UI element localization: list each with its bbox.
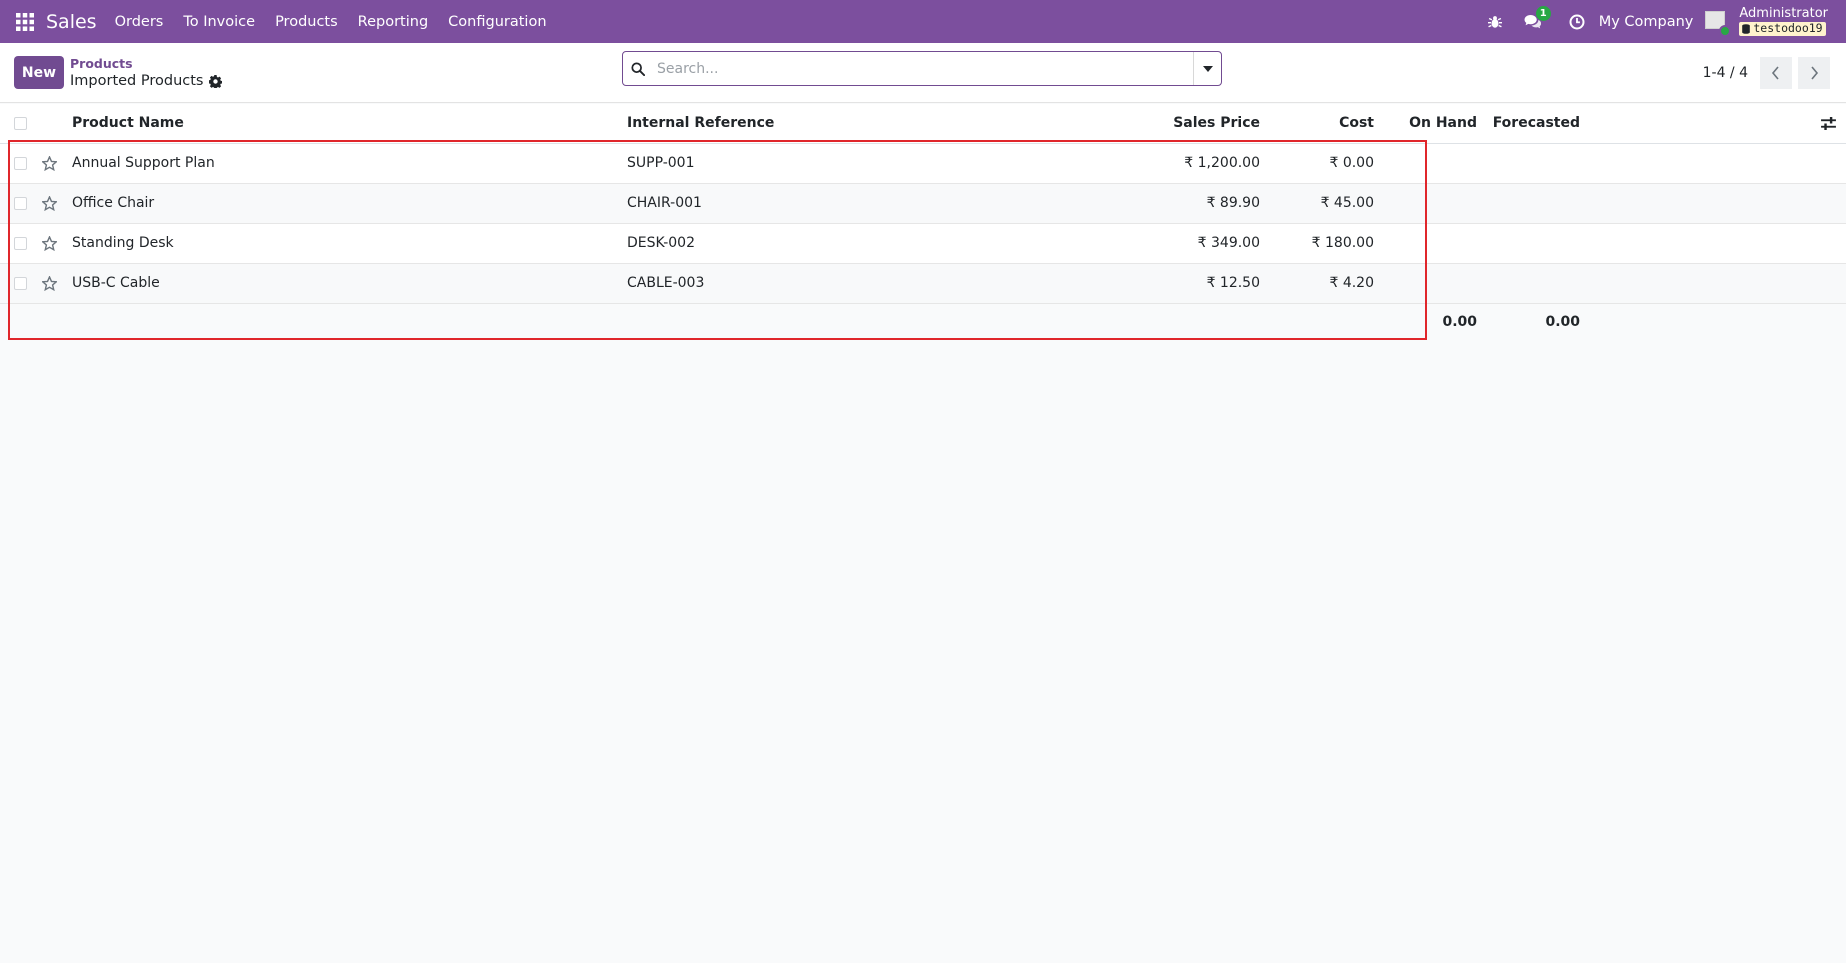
database-name: testodoo19 xyxy=(1753,21,1823,36)
product-name-cell: Annual Support Plan xyxy=(72,155,215,171)
search-input[interactable] xyxy=(653,52,1193,85)
messages-count-badge: 1 xyxy=(1535,6,1551,21)
product-name-cell: Office Chair xyxy=(72,195,155,211)
cost-cell: ₹ 0.00 xyxy=(1329,155,1374,171)
sales-price-cell: ₹ 349.00 xyxy=(1197,235,1260,251)
search-icon xyxy=(623,61,653,76)
forecasted-total: 0.00 xyxy=(1545,314,1580,331)
forecasted-cell xyxy=(1477,223,1580,263)
cost-cell: ₹ 4.20 xyxy=(1329,275,1374,291)
control-panel: New Products Imported Products 1-4 / 4 xyxy=(0,43,1846,103)
star-icon[interactable] xyxy=(42,275,72,291)
page-title: Imported Products xyxy=(70,73,204,89)
internal-reference-cell: DESK-002 xyxy=(627,235,695,251)
on-hand-cell xyxy=(1374,183,1477,223)
row-checkbox[interactable] xyxy=(14,276,27,290)
table-row[interactable]: USB-C Cable CABLE-003 ₹ 12.50 ₹ 4.20 xyxy=(0,263,1846,303)
pager-previous-button[interactable] xyxy=(1760,57,1792,89)
bug-icon[interactable] xyxy=(1487,15,1502,29)
user-avatar[interactable] xyxy=(1705,9,1732,37)
on-hand-cell xyxy=(1374,223,1477,263)
forecasted-cell xyxy=(1477,263,1580,303)
chevron-right-icon xyxy=(1811,66,1819,80)
top-navbar: Sales Orders To Invoice Products Reporti… xyxy=(0,0,1846,43)
table-header-row: Product Name Internal Reference Sales Pr… xyxy=(0,104,1846,143)
apps-grid-icon[interactable] xyxy=(12,9,38,35)
star-icon[interactable] xyxy=(42,235,72,251)
chevron-left-icon xyxy=(1771,66,1779,80)
database-badge: testodoo19 xyxy=(1739,21,1826,36)
forecasted-cell xyxy=(1477,183,1580,223)
app-name[interactable]: Sales xyxy=(46,11,97,33)
row-checkbox[interactable] xyxy=(14,236,27,250)
internal-reference-cell: CHAIR-001 xyxy=(627,195,702,211)
systray: 1 My Company Administrator testodoo19 xyxy=(1480,0,1846,43)
cost-cell: ₹ 180.00 xyxy=(1311,235,1374,251)
pager-value[interactable]: 1-4 / 4 xyxy=(1703,65,1748,81)
sliders-icon xyxy=(1821,116,1836,130)
on-hand-total: 0.00 xyxy=(1442,314,1477,331)
internal-reference-cell: CABLE-003 xyxy=(627,275,705,291)
menu-products[interactable]: Products xyxy=(265,0,348,43)
chat-icon[interactable]: 1 xyxy=(1524,6,1551,29)
menu-reporting[interactable]: Reporting xyxy=(348,0,439,43)
table-row[interactable]: Annual Support Plan SUPP-001 ₹ 1,200.00 … xyxy=(0,143,1846,183)
menu-to-invoice[interactable]: To Invoice xyxy=(173,0,265,43)
on-hand-cell xyxy=(1374,263,1477,303)
column-header-sales-price[interactable]: Sales Price xyxy=(1067,104,1260,143)
product-name-cell: USB-C Cable xyxy=(72,275,160,291)
select-all-checkbox[interactable] xyxy=(14,116,27,130)
menu-configuration[interactable]: Configuration xyxy=(438,0,556,43)
column-header-product-name[interactable]: Product Name xyxy=(72,104,627,143)
pager-next-button[interactable] xyxy=(1798,57,1830,89)
online-status-dot xyxy=(1719,24,1732,37)
breadcrumb: Products Imported Products xyxy=(70,56,223,89)
user-menu[interactable]: Administrator testodoo19 xyxy=(1739,7,1828,36)
pager: 1-4 / 4 xyxy=(1703,43,1830,103)
gear-icon[interactable] xyxy=(209,74,223,88)
table-row[interactable]: Office Chair CHAIR-001 ₹ 89.90 ₹ 45.00 xyxy=(0,183,1846,223)
table-totals-row: 0.00 0.00 xyxy=(0,303,1846,341)
clock-icon[interactable] xyxy=(1569,14,1585,30)
star-icon[interactable] xyxy=(42,195,72,211)
row-checkbox[interactable] xyxy=(14,196,27,210)
new-button[interactable]: New xyxy=(14,56,64,89)
company-switcher[interactable]: My Company xyxy=(1599,14,1694,30)
column-header-on-hand[interactable]: On Hand xyxy=(1374,104,1477,143)
sales-price-cell: ₹ 12.50 xyxy=(1206,275,1260,291)
table-row[interactable]: Standing Desk DESK-002 ₹ 349.00 ₹ 180.00 xyxy=(0,223,1846,263)
product-list: Product Name Internal Reference Sales Pr… xyxy=(0,104,1846,341)
search-options-toggle[interactable] xyxy=(1193,52,1221,85)
star-icon[interactable] xyxy=(42,155,72,171)
forecasted-cell xyxy=(1477,143,1580,183)
on-hand-cell xyxy=(1374,143,1477,183)
menu-orders[interactable]: Orders xyxy=(105,0,174,43)
database-icon xyxy=(1742,24,1751,34)
sales-price-cell: ₹ 89.90 xyxy=(1206,195,1260,211)
caret-down-icon xyxy=(1202,65,1213,72)
product-table: Product Name Internal Reference Sales Pr… xyxy=(0,104,1846,341)
sales-price-cell: ₹ 1,200.00 xyxy=(1184,155,1260,171)
user-name: Administrator xyxy=(1739,6,1828,22)
product-name-cell: Standing Desk xyxy=(72,235,174,251)
column-header-forecasted[interactable]: Forecasted xyxy=(1477,104,1580,143)
internal-reference-cell: SUPP-001 xyxy=(627,155,695,171)
cost-cell: ₹ 45.00 xyxy=(1320,195,1374,211)
optional-columns-toggle[interactable] xyxy=(1580,116,1846,130)
search-bar xyxy=(622,51,1222,86)
breadcrumb-parent-link[interactable]: Products xyxy=(70,56,222,71)
column-header-internal-reference[interactable]: Internal Reference xyxy=(627,104,1067,143)
row-checkbox[interactable] xyxy=(14,156,27,170)
column-header-cost[interactable]: Cost xyxy=(1260,104,1374,143)
